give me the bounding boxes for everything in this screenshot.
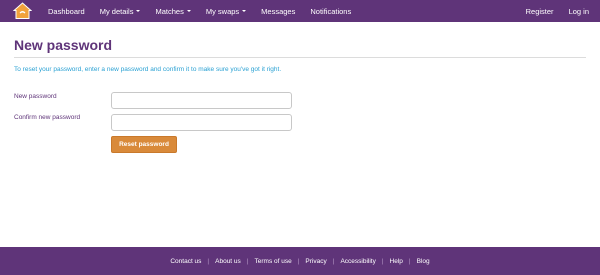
nav-dashboard[interactable]: Dashboard <box>48 7 85 16</box>
footer-separator: | <box>207 257 210 265</box>
footer: Contact us | About us | Terms of use | P… <box>0 247 600 275</box>
reset-password-button[interactable]: Reset password <box>111 136 177 153</box>
footer-separator: | <box>246 257 249 265</box>
new-password-label: New password <box>14 93 57 100</box>
footer-link-privacy[interactable]: Privacy <box>305 258 326 265</box>
new-password-field[interactable] <box>111 92 292 109</box>
footer-link-help[interactable]: Help <box>390 258 403 265</box>
footer-separator: | <box>332 257 335 265</box>
nav-my-swaps-label: My swaps <box>205 6 240 16</box>
register-link[interactable]: Register <box>526 7 554 16</box>
title-divider <box>14 57 586 58</box>
login-label: Log in <box>568 6 589 16</box>
footer-separator: | <box>381 257 384 265</box>
footer-link-contact[interactable]: Contact us <box>170 258 201 265</box>
nav-messages-label: Messages <box>261 6 296 16</box>
intro-text: To reset your password, enter a new pass… <box>14 66 282 73</box>
confirm-password-label: Confirm new password <box>14 114 81 121</box>
page-title: New password <box>14 37 113 53</box>
nav-my-swaps[interactable]: My swaps <box>205 6 247 16</box>
nav-matches[interactable]: Matches <box>155 6 191 16</box>
footer-link-blog[interactable]: Blog <box>417 258 430 265</box>
nav-dashboard-label: Dashboard <box>48 6 85 16</box>
login-link[interactable]: Log in <box>569 7 589 16</box>
footer-link-about[interactable]: About us <box>215 258 241 265</box>
footer-separator: | <box>297 257 300 265</box>
chevron-down-icon <box>136 10 141 12</box>
nav-notifications-label: Notifications <box>310 6 352 16</box>
footer-separator: | <box>408 257 411 265</box>
footer-link-accessibility[interactable]: Accessibility <box>340 258 375 265</box>
chevron-down-icon <box>186 10 191 12</box>
nav-account-menu: Register Log in <box>511 0 589 22</box>
top-navbar: Dashboard My details Matches My swaps Me… <box>0 0 600 22</box>
nav-my-details[interactable]: My details <box>100 7 141 16</box>
home-logo-icon[interactable] <box>12 2 33 20</box>
nav-my-details-label: My details <box>99 6 134 16</box>
nav-notifications[interactable]: Notifications <box>310 7 351 16</box>
nav-matches-label: Matches <box>155 6 184 16</box>
footer-link-terms[interactable]: Terms of use <box>255 258 292 265</box>
nav-messages[interactable]: Messages <box>261 7 295 16</box>
confirm-password-field[interactable] <box>111 114 292 131</box>
nav-main-menu: Dashboard My details Matches My swaps Me… <box>48 0 366 22</box>
register-label: Register <box>525 6 554 16</box>
chevron-down-icon <box>242 10 247 12</box>
